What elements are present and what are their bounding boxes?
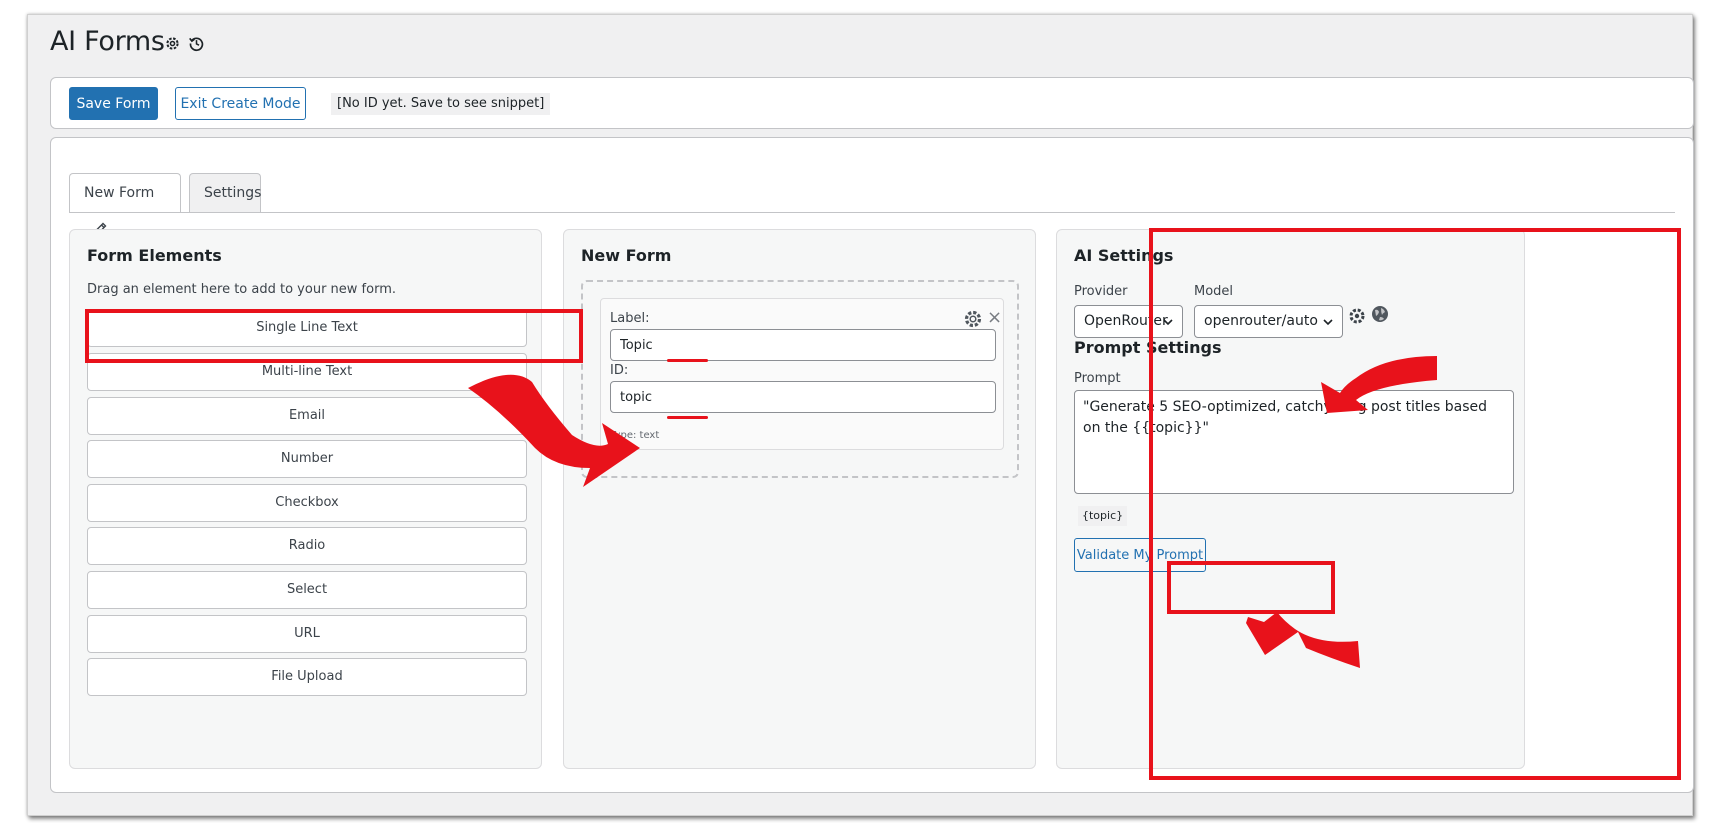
model-select[interactable]: openrouter/auto bbox=[1194, 305, 1343, 338]
new-form-panel: New Form × Label: ID: Type: text bbox=[563, 229, 1036, 769]
gear-icon[interactable] bbox=[1347, 306, 1367, 326]
topic-tag-chip[interactable]: {topic} bbox=[1078, 506, 1128, 526]
save-form-button[interactable]: Save Form bbox=[69, 87, 158, 120]
element-url[interactable]: URL bbox=[87, 615, 527, 653]
validate-prompt-button[interactable]: Validate My Prompt bbox=[1074, 538, 1206, 572]
tab-divider bbox=[69, 212, 1675, 213]
element-email[interactable]: Email bbox=[87, 397, 527, 435]
element-file-upload[interactable]: File Upload bbox=[87, 658, 527, 696]
field-card[interactable]: × Label: ID: Type: text bbox=[600, 298, 1004, 450]
gear-icon[interactable] bbox=[164, 35, 181, 52]
model-value: openrouter/auto bbox=[1204, 313, 1318, 329]
exit-create-mode-button[interactable]: Exit Create Mode bbox=[175, 87, 306, 120]
underline-id bbox=[667, 416, 708, 419]
shortcode-snippet: [No ID yet. Save to see snippet] bbox=[331, 93, 551, 115]
element-number[interactable]: Number bbox=[87, 440, 527, 478]
provider-label: Provider bbox=[1074, 284, 1128, 299]
pencil-icon[interactable] bbox=[92, 214, 108, 236]
ai-settings-panel: AI Settings Provider OpenRouter Model op… bbox=[1056, 229, 1525, 769]
element-multi-line-text[interactable]: Multi-line Text bbox=[87, 353, 527, 391]
panel-hint: Drag an element here to add to your new … bbox=[87, 282, 396, 297]
element-single-line-text[interactable]: Single Line Text bbox=[87, 309, 527, 347]
tab-label: New Form bbox=[84, 185, 155, 201]
underline-label bbox=[667, 359, 708, 362]
element-checkbox[interactable]: Checkbox bbox=[87, 484, 527, 522]
chevron-down-icon bbox=[1163, 319, 1173, 326]
panel-title: Form Elements bbox=[87, 246, 222, 265]
element-radio[interactable]: Radio bbox=[87, 527, 527, 565]
gear-icon[interactable] bbox=[962, 308, 984, 330]
field-type: Type: text bbox=[610, 430, 660, 441]
close-icon[interactable]: × bbox=[987, 309, 1002, 327]
id-input[interactable] bbox=[610, 381, 996, 413]
element-select[interactable]: Select bbox=[87, 571, 527, 609]
model-label: Model bbox=[1194, 284, 1234, 299]
history-icon[interactable] bbox=[188, 35, 205, 52]
chevron-down-icon bbox=[1323, 319, 1333, 326]
provider-value: OpenRouter bbox=[1084, 313, 1168, 329]
prompt-label: Prompt bbox=[1074, 371, 1121, 386]
form-builder: New Form Settings Form Elements Drag an … bbox=[50, 137, 1694, 793]
panel-title: AI Settings bbox=[1074, 246, 1174, 265]
provider-select[interactable]: OpenRouter bbox=[1074, 305, 1183, 338]
label-caption: Label: bbox=[610, 311, 650, 326]
prompt-settings-title: Prompt Settings bbox=[1074, 338, 1222, 357]
globe-icon[interactable] bbox=[1370, 304, 1390, 324]
tab-label: Settings bbox=[204, 185, 262, 201]
id-caption: ID: bbox=[610, 363, 629, 378]
page-title: AI Forms bbox=[50, 26, 165, 57]
prompt-textarea[interactable] bbox=[1074, 390, 1514, 494]
tab-new-form[interactable]: New Form bbox=[69, 173, 181, 236]
toolbar: Save Form Exit Create Mode [No ID yet. S… bbox=[50, 77, 1694, 129]
form-elements-panel: Form Elements Drag an element here to ad… bbox=[69, 229, 542, 769]
tab-settings[interactable]: Settings bbox=[189, 173, 261, 212]
panel-title: New Form bbox=[581, 246, 672, 265]
label-input[interactable] bbox=[610, 329, 996, 361]
form-dropzone[interactable]: × Label: ID: Type: text bbox=[581, 280, 1019, 478]
